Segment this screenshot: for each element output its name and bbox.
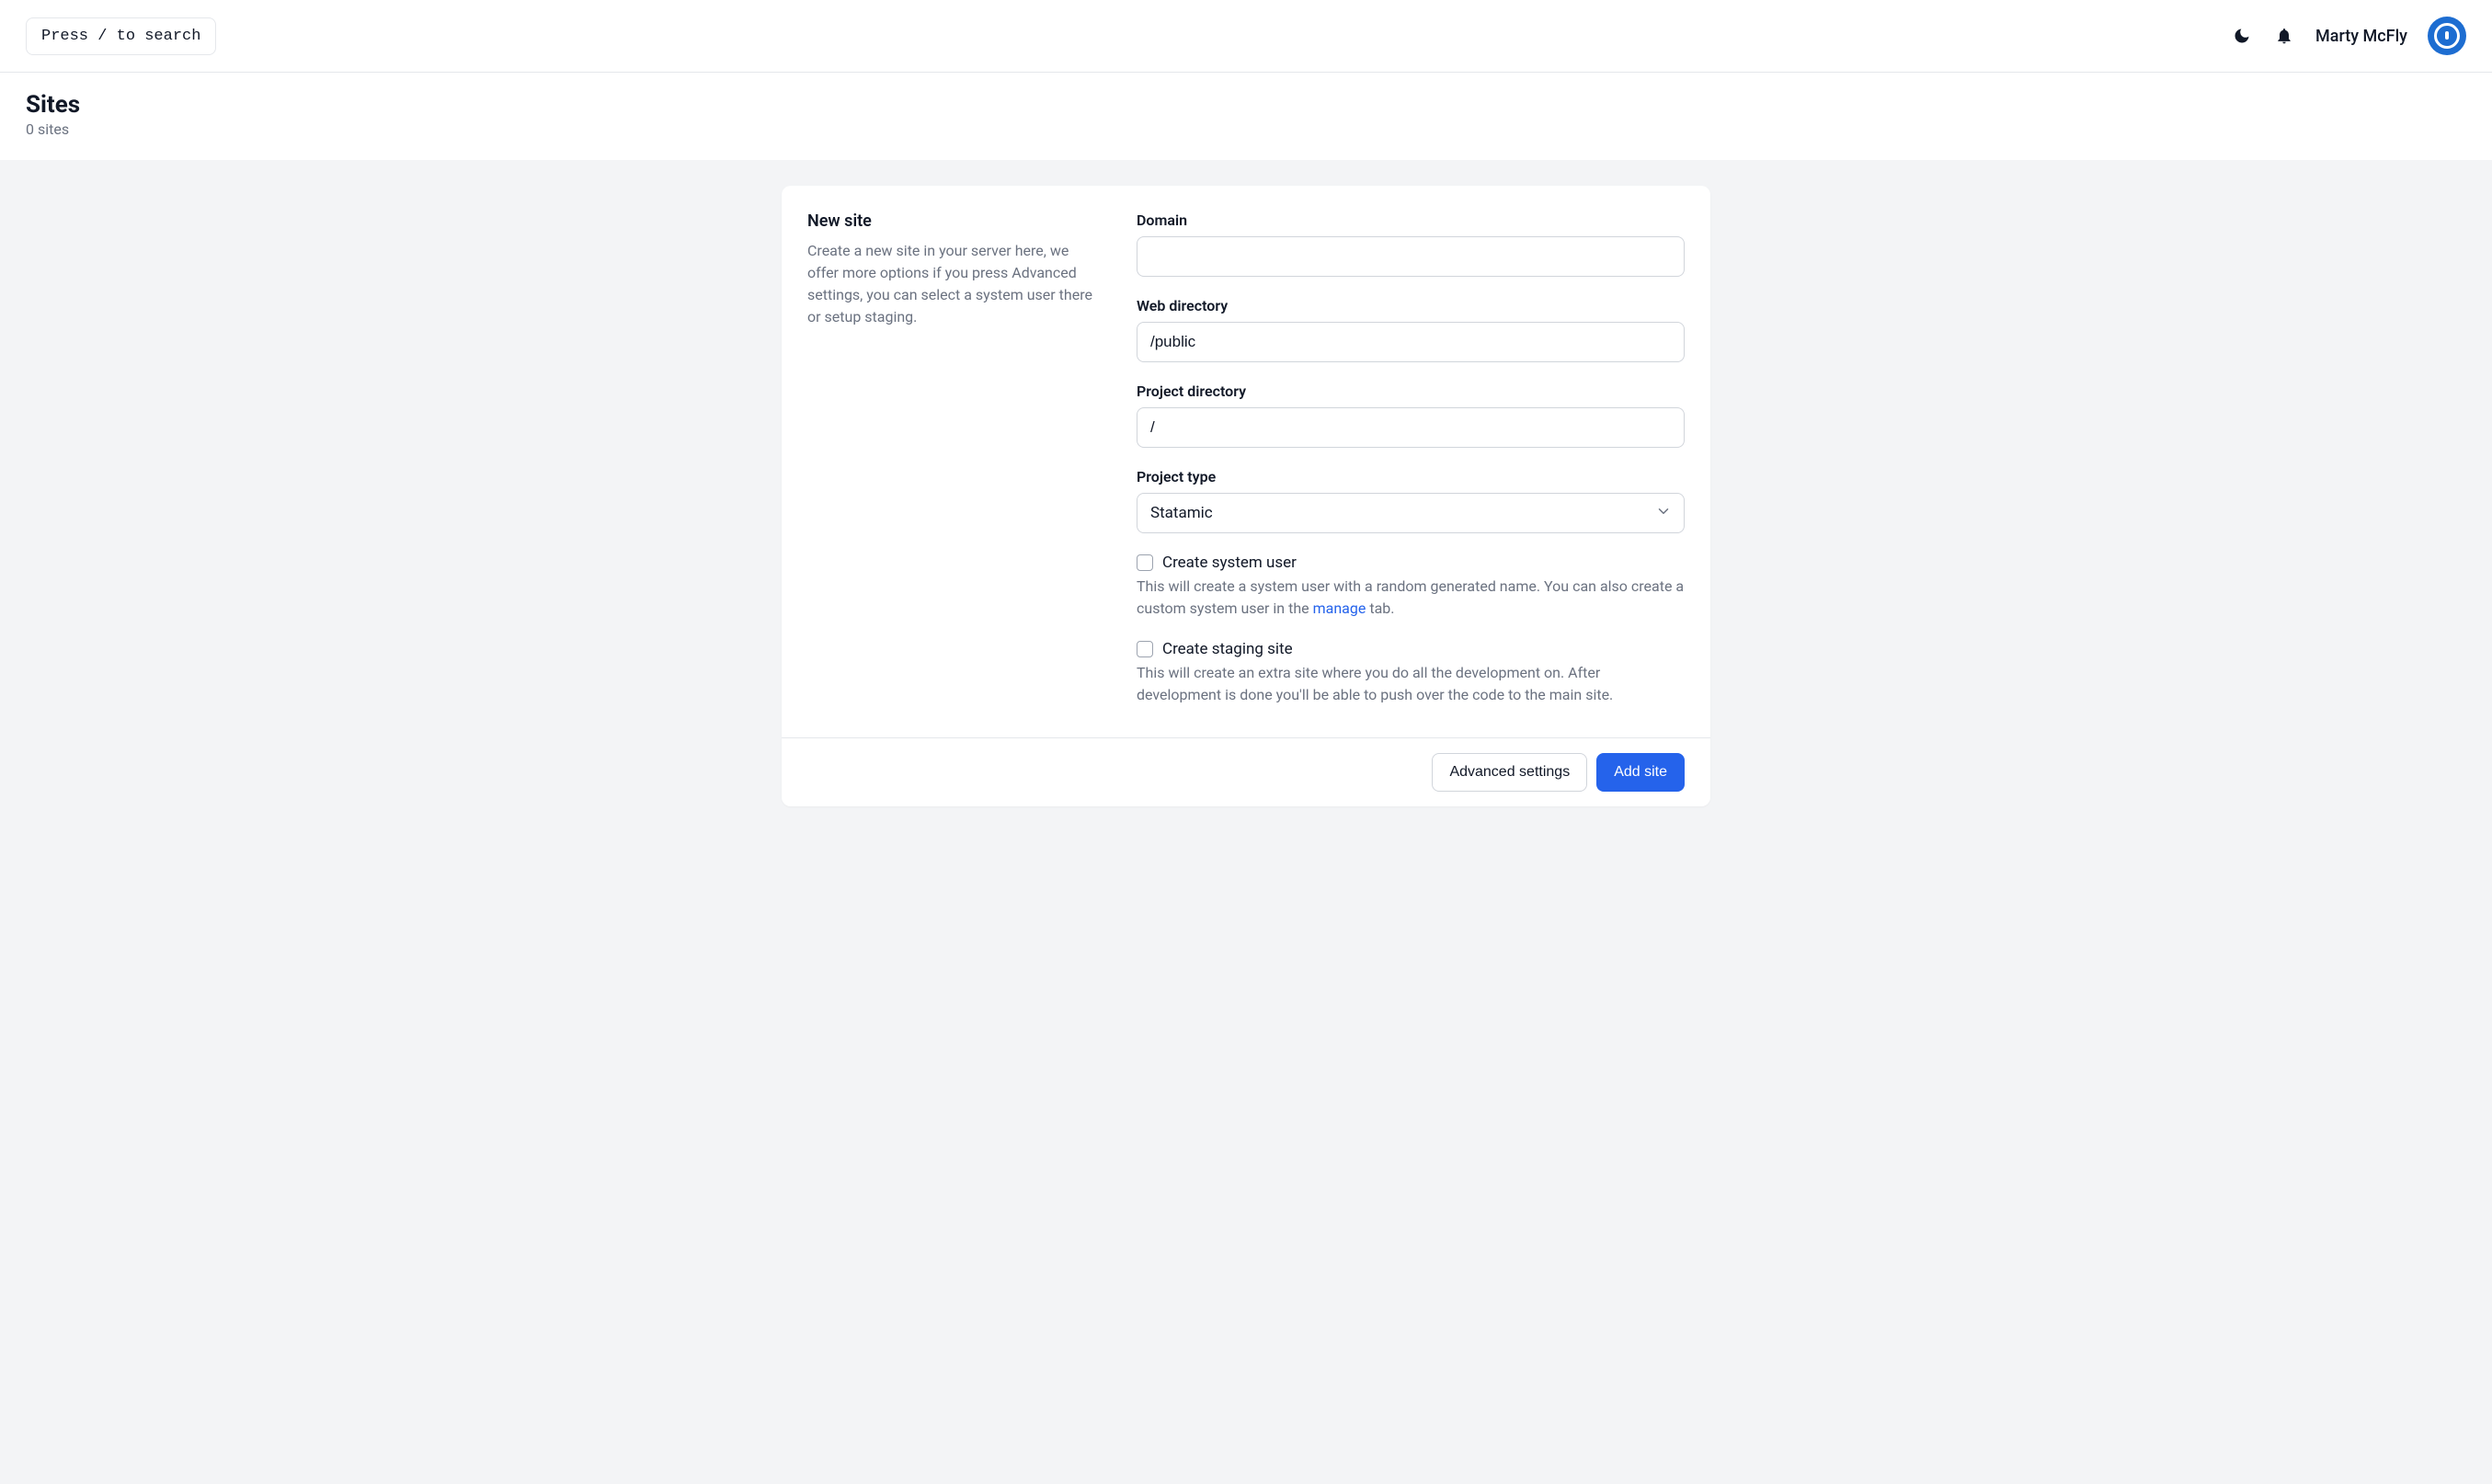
create-system-user-label[interactable]: Create system user [1162,554,1297,572]
project-directory-label: Project directory [1137,382,1685,400]
form-description: Create a new site in your server here, w… [807,240,1092,328]
content-wrap: New site Create a new site in your serve… [0,160,2492,1484]
advanced-settings-button[interactable]: Advanced settings [1432,753,1587,792]
page-subtitle: 0 sites [26,120,2466,138]
create-staging-checkbox[interactable] [1137,641,1153,657]
card-footer: Advanced settings Add site [782,737,1710,806]
project-directory-input[interactable] [1137,407,1685,448]
create-system-user-checkbox[interactable] [1137,554,1153,571]
avatar[interactable] [2428,17,2466,55]
create-staging-help: This will create an extra site where you… [1137,662,1685,706]
power-icon [2434,23,2460,49]
new-site-card: New site Create a new site in your serve… [782,186,1710,806]
search-hint[interactable]: Press / to search [26,17,216,55]
domain-input[interactable] [1137,236,1685,277]
web-directory-input[interactable] [1137,322,1685,362]
add-site-button[interactable]: Add site [1596,753,1685,792]
top-bar: Press / to search Marty McFly [0,0,2492,73]
user-name: Marty McFly [2315,27,2407,46]
create-staging-label[interactable]: Create staging site [1162,640,1293,658]
page-header: Sites 0 sites [0,73,2492,160]
form-title: New site [807,211,1092,231]
project-type-select[interactable]: Statamic [1137,493,1685,533]
create-system-user-help: This will create a system user with a ra… [1137,576,1685,620]
project-type-label: Project type [1137,468,1685,485]
manage-link[interactable]: manage [1313,599,1366,617]
web-directory-label: Web directory [1137,297,1685,314]
top-right: Marty McFly [2231,17,2466,55]
card-form: Domain Web directory Project directory P… [1137,211,1685,706]
card-info: New site Create a new site in your serve… [807,211,1092,706]
notifications-icon[interactable] [2273,25,2295,47]
page-title: Sites [26,91,2466,119]
domain-label: Domain [1137,211,1685,229]
dark-mode-icon[interactable] [2231,25,2253,47]
